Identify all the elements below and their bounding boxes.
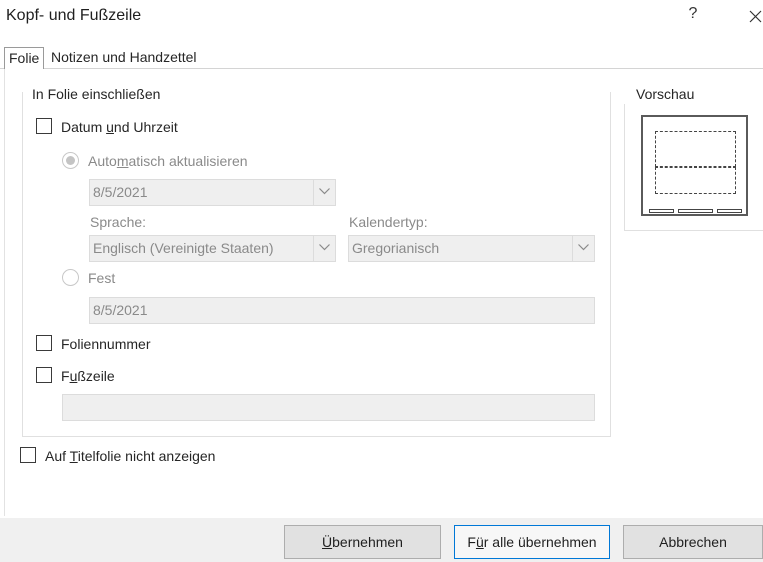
footer-date-placeholder — [649, 209, 674, 213]
foliennummer-checkbox[interactable] — [36, 335, 52, 351]
sprache-label: Sprache: — [90, 214, 147, 230]
group-title: In Folie einschließen — [30, 85, 163, 103]
preview-title: Vorschau — [636, 86, 695, 102]
cancel-button[interactable]: Abbrechen — [623, 525, 763, 559]
tab-folie[interactable]: Folie — [4, 47, 45, 69]
chevron-down-icon — [572, 236, 594, 261]
chevron-down-icon — [313, 180, 335, 205]
foliennummer-label[interactable]: Foliennummer — [61, 335, 150, 353]
auto-update-label[interactable]: Automatisch aktualisieren — [88, 152, 248, 170]
panel-border — [4, 68, 5, 516]
help-button[interactable]: ? — [682, 5, 704, 23]
close-icon — [749, 10, 761, 23]
sprache-dropdown[interactable]: Englisch (Vereinigte Staaten) — [89, 235, 336, 262]
fest-radio[interactable] — [62, 269, 79, 286]
fusszeile-checkbox[interactable] — [36, 367, 52, 383]
close-button[interactable] — [744, 5, 763, 28]
title-placeholder — [655, 131, 736, 167]
include-group — [22, 92, 611, 437]
apply-button[interactable]: Übernehmen — [284, 525, 441, 559]
content-placeholder — [655, 167, 736, 194]
titelfolie-label[interactable]: Auf Titelfolie nicht anzeigen — [45, 447, 215, 465]
date-format-value: 8/5/2021 — [93, 184, 148, 200]
footer-number-placeholder — [717, 209, 742, 213]
apply-all-button[interactable]: Für alle übernehmen — [454, 525, 610, 559]
fusszeile-label[interactable]: Fußzeile — [61, 367, 115, 385]
footer-text-placeholder — [678, 209, 713, 213]
fest-label[interactable]: Fest — [88, 269, 115, 287]
tab-notizen-handzettel[interactable]: Notizen und Handzettel — [47, 47, 201, 69]
titelfolie-checkbox[interactable] — [20, 447, 36, 463]
kalendertyp-label: Kalendertyp: — [349, 214, 428, 230]
auto-update-radio[interactable] — [62, 152, 79, 169]
slide-preview — [641, 115, 748, 216]
fest-input[interactable]: 8/5/2021 — [89, 297, 595, 324]
datum-checkbox[interactable] — [36, 118, 52, 134]
kalendertyp-value: Gregorianisch — [352, 240, 440, 256]
chevron-down-icon — [313, 236, 335, 261]
fest-value: 8/5/2021 — [93, 302, 148, 318]
dialog-title: Kopf- und Fußzeile — [6, 7, 142, 24]
datum-label[interactable]: Datum und Uhrzeit — [61, 118, 178, 136]
kalendertyp-dropdown[interactable]: Gregorianisch — [348, 235, 595, 262]
fusszeile-input[interactable] — [62, 394, 595, 421]
sprache-value: Englisch (Vereinigte Staaten) — [93, 240, 274, 256]
date-format-dropdown[interactable]: 8/5/2021 — [89, 179, 336, 206]
